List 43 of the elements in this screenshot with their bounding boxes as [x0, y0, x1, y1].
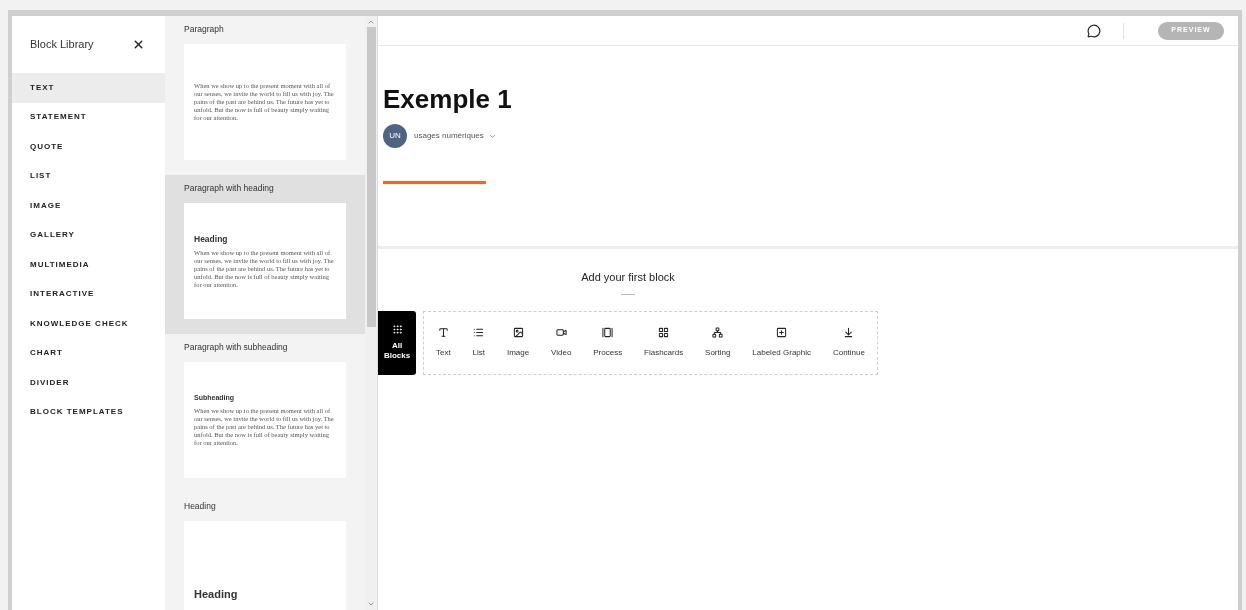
panel-title: Block Library	[30, 37, 94, 53]
add-block-prompt: Add your first block	[581, 270, 675, 285]
template-preview-card[interactable]	[184, 203, 346, 319]
scrollbar-thumb[interactable]	[366, 27, 376, 327]
preview-heading: Heading	[194, 232, 229, 246]
block-type-button[interactable]: Continue	[830, 326, 867, 359]
scrollbar[interactable]	[365, 16, 378, 610]
lesson-title: Exemple 1	[383, 83, 513, 115]
block-type-button[interactable]: List	[470, 326, 487, 359]
block-type-button[interactable]: Image	[504, 326, 532, 359]
scroll-up-icon[interactable]	[367, 18, 375, 26]
close-icon[interactable]	[132, 38, 145, 51]
template-section[interactable]	[165, 175, 365, 334]
block-type-button[interactable]: Labeled Graphic	[750, 326, 814, 359]
scroll-down-icon[interactable]	[367, 600, 375, 608]
square-plus-icon	[776, 326, 788, 338]
template-preview-card[interactable]: Heading	[184, 521, 346, 610]
template-section[interactable]: Heading Heading	[165, 493, 365, 610]
category-item[interactable]: TEXT	[12, 73, 165, 103]
block-type-button[interactable]: Sorting	[703, 326, 733, 359]
arrow-down-icon	[843, 326, 855, 338]
block-type-button[interactable]: Flashcards	[642, 326, 686, 359]
hierarchy-icon	[712, 326, 724, 338]
list-icon	[473, 326, 485, 338]
block-type-button[interactable]: Video	[549, 326, 574, 359]
all-blocks-button[interactable]: All Blocks	[378, 310, 416, 375]
image-icon	[512, 326, 524, 338]
preview-heading: Heading	[194, 586, 239, 602]
block-type-button[interactable]: Process	[591, 326, 625, 359]
comment-icon[interactable]	[1087, 23, 1101, 38]
template-section[interactable]	[165, 16, 365, 175]
template-name: Paragraph	[184, 23, 225, 36]
carousel-icon	[602, 326, 614, 338]
text-icon	[437, 326, 449, 338]
grid-dots-icon	[391, 324, 403, 335]
template-name: Paragraph with subheading	[184, 341, 289, 354]
author-avatar: UN	[383, 124, 407, 148]
template-name: Heading	[184, 500, 217, 513]
grid-icon	[658, 326, 670, 338]
author-name: usages numériques	[414, 130, 484, 142]
template-name: Paragraph with heading	[184, 182, 275, 195]
block-type-button[interactable]: Text	[434, 326, 453, 359]
video-camera-icon	[555, 326, 567, 338]
